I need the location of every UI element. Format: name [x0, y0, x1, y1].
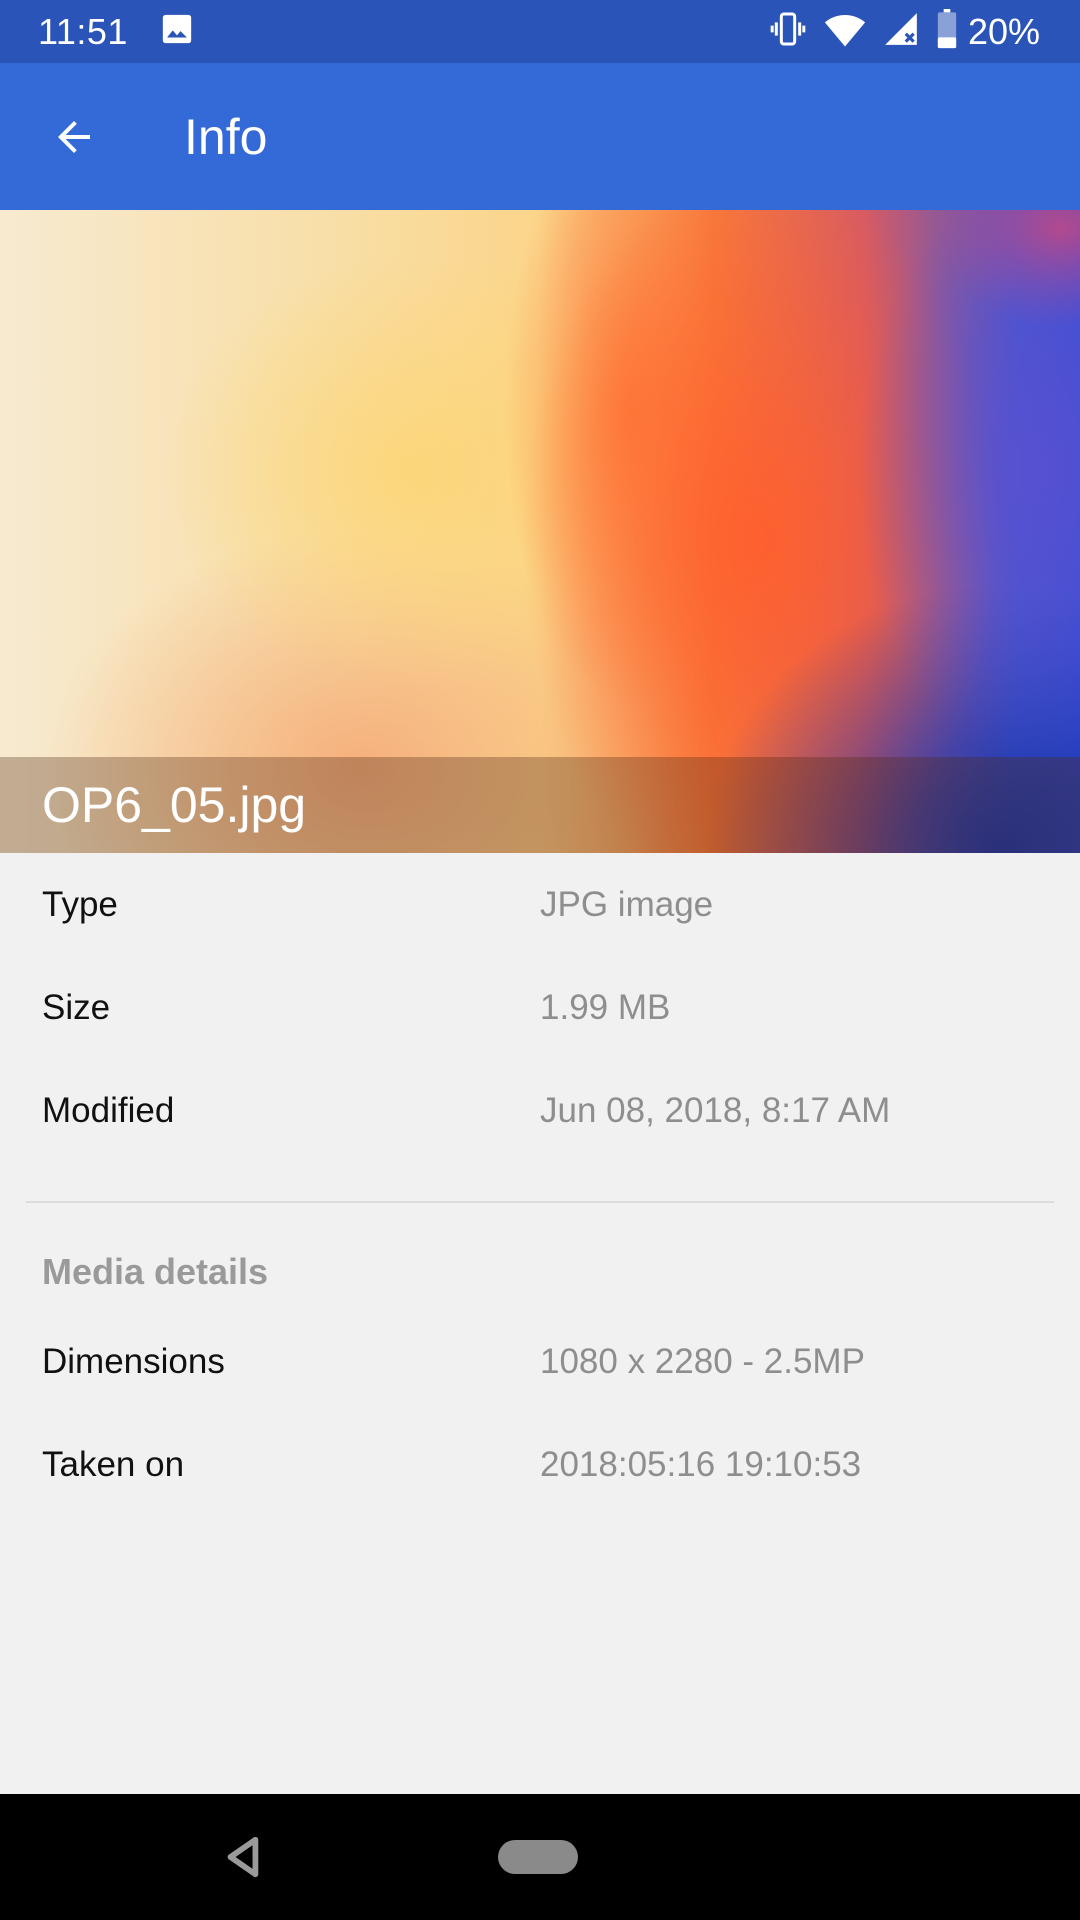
- file-name: OP6_05.jpg: [42, 777, 307, 833]
- nav-home-pill[interactable]: [498, 1840, 578, 1874]
- section-divider: [26, 1201, 1054, 1203]
- detail-label: Dimensions: [42, 1341, 225, 1381]
- vibrate-icon: [768, 9, 808, 54]
- status-time: 11:51: [38, 10, 128, 52]
- battery-icon: [936, 9, 958, 54]
- detail-label: Taken on: [42, 1444, 185, 1484]
- detail-label: Type: [42, 884, 118, 924]
- status-bar: 11:51 20%: [0, 0, 1080, 63]
- media-details-header: Media details: [0, 1220, 1080, 1323]
- detail-value: JPG image: [540, 884, 714, 924]
- back-button[interactable]: [26, 89, 122, 185]
- detail-row-type: Type JPG image: [0, 853, 1080, 956]
- signal-icon: [882, 10, 920, 53]
- file-info-screen: 11:51 20% Info OP6_05.jpg Type JPG image…: [0, 0, 1080, 1920]
- detail-row-taken-on: Taken on 2018:05:16 19:10:53: [0, 1413, 1080, 1516]
- page-title: Info: [184, 108, 268, 165]
- file-name-caption: OP6_05.jpg: [0, 757, 1080, 853]
- battery-percent: 20%: [967, 10, 1040, 52]
- detail-value: 1.99 MB: [540, 987, 671, 1027]
- section-title: Media details: [42, 1250, 269, 1292]
- detail-value: Jun 08, 2018, 8:17 AM: [540, 1090, 891, 1130]
- detail-value: 2018:05:16 19:10:53: [540, 1444, 862, 1484]
- detail-value: 1080 x 2280 - 2.5MP: [540, 1341, 865, 1381]
- detail-label: Modified: [42, 1090, 175, 1130]
- detail-row-dimensions: Dimensions 1080 x 2280 - 2.5MP: [0, 1310, 1080, 1413]
- nav-back-icon[interactable]: [222, 1834, 262, 1880]
- detail-row-modified: Modified Jun 08, 2018, 8:17 AM: [0, 1059, 1080, 1162]
- arrow-back-icon: [58, 120, 90, 153]
- image-icon: [160, 12, 194, 51]
- image-preview: OP6_05.jpg: [0, 210, 1080, 853]
- wifi-icon: [824, 9, 866, 54]
- app-bar: Info: [0, 63, 1080, 210]
- system-nav-bar: [0, 1794, 1080, 1920]
- detail-label: Size: [42, 987, 111, 1027]
- detail-row-size: Size 1.99 MB: [0, 956, 1080, 1059]
